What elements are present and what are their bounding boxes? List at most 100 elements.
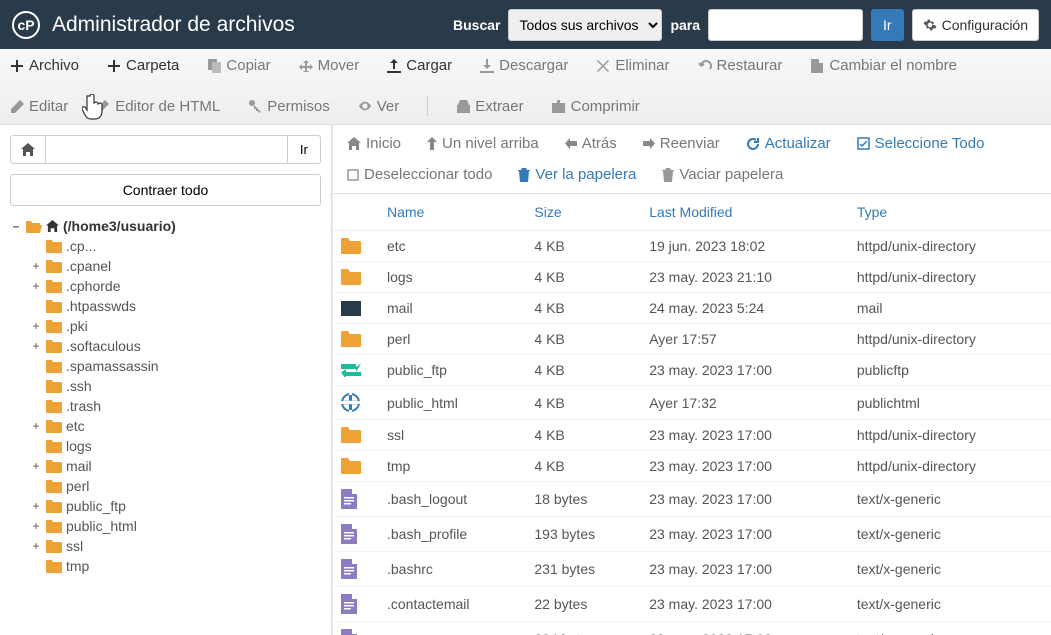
nav-back[interactable]: Atrás <box>565 135 617 152</box>
nav-up[interactable]: Un nivel arriba <box>427 135 539 152</box>
toggle-icon[interactable]: + <box>30 459 42 473</box>
tree-node[interactable]: perl <box>30 476 321 496</box>
path-input[interactable] <box>46 135 288 164</box>
upload-button[interactable]: Cargar <box>387 57 452 74</box>
search-go-button[interactable]: Ir <box>871 9 904 41</box>
tree-node[interactable]: + public_html <box>30 516 321 536</box>
table-row[interactable]: .bash_logout18 bytes23 may. 2023 17:00te… <box>333 482 1051 517</box>
tree-node-label: .trash <box>66 398 101 414</box>
nav-reload[interactable]: Actualizar <box>746 135 831 152</box>
view-button[interactable]: Ver <box>358 98 400 115</box>
tree-node[interactable]: +.cpanel <box>30 256 321 276</box>
row-icon <box>333 324 379 355</box>
upload-icon <box>387 59 401 73</box>
toggle-icon[interactable]: + <box>30 419 42 433</box>
tree-node-label: public_html <box>66 518 137 534</box>
copy-button[interactable]: Copiar <box>207 57 270 74</box>
tree-node[interactable]: tmp <box>30 556 321 576</box>
nav-view-trash[interactable]: Ver la papelera <box>518 166 636 183</box>
col-modified[interactable]: Last Modified <box>641 194 849 231</box>
download-button[interactable]: Descargar <box>480 57 568 74</box>
home-button[interactable] <box>10 135 46 164</box>
tree-node[interactable]: +.cphorde <box>30 276 321 296</box>
table-row[interactable]: .bashrc231 bytes23 may. 2023 17:00text/x… <box>333 552 1051 587</box>
nav-select-all[interactable]: Seleccione Todo <box>857 135 985 152</box>
search-input[interactable] <box>708 9 863 41</box>
tree-root[interactable]: – (/home3/usuario) <box>10 216 321 236</box>
tree-node[interactable]: +ssl <box>30 536 321 556</box>
row-icon <box>333 451 379 482</box>
tree-node[interactable]: +public_ftp <box>30 496 321 516</box>
table-row[interactable]: tmp4 KB23 may. 2023 17:00httpd/unix-dire… <box>333 451 1051 482</box>
toggle-icon[interactable]: + <box>30 319 42 333</box>
row-type: text/x-generic <box>849 587 1051 622</box>
toggle-icon[interactable]: + <box>30 519 42 533</box>
tree-node[interactable]: .htpasswds <box>30 296 321 316</box>
table-row[interactable]: .bash_profile193 bytes23 may. 2023 17:00… <box>333 517 1051 552</box>
toggle-icon[interactable]: – <box>10 219 22 233</box>
table-row[interactable]: public_html4 KBAyer 17:32publichtml <box>333 386 1051 420</box>
nav-empty-trash[interactable]: Vaciar papelera <box>662 166 783 183</box>
path-go-button[interactable]: Ir <box>288 135 321 164</box>
toggle-icon[interactable]: + <box>30 499 42 513</box>
html-editor-button[interactable]: Editor de HTML <box>96 98 220 115</box>
permissions-button[interactable]: Permisos <box>248 98 330 115</box>
table-row[interactable]: mail4 KB24 may. 2023 5:24mail <box>333 293 1051 324</box>
toggle-icon[interactable]: + <box>30 539 42 553</box>
row-icon <box>333 420 379 451</box>
table-row[interactable]: public_ftp4 KB23 may. 2023 17:00publicft… <box>333 355 1051 386</box>
table-row[interactable]: .emacs334 bytes23 may. 2023 17:00text/x-… <box>333 622 1051 635</box>
row-size: 18 bytes <box>526 482 641 517</box>
tree-node[interactable]: .trash <box>30 396 321 416</box>
tree-node[interactable]: +.softaculous <box>30 336 321 356</box>
table-row[interactable]: .contactemail22 bytes23 may. 2023 17:00t… <box>333 587 1051 622</box>
row-icon <box>333 622 379 635</box>
new-file-button[interactable]: Archivo <box>10 57 79 74</box>
restore-button[interactable]: Restaurar <box>698 57 783 74</box>
search-scope-select[interactable]: Todos sus archivos <box>508 9 662 41</box>
tree-node[interactable]: + mail <box>30 456 321 476</box>
folder-icon <box>46 560 62 573</box>
config-button[interactable]: Configuración <box>912 9 1039 41</box>
new-folder-button[interactable]: Carpeta <box>107 57 179 74</box>
trash-icon <box>662 168 674 182</box>
nav-forward[interactable]: Reenviar <box>643 135 720 152</box>
rename-button[interactable]: Cambiar el nombre <box>810 57 957 74</box>
tree-node[interactable]: .spamassassin <box>30 356 321 376</box>
table-row[interactable]: logs4 KB23 may. 2023 21:10httpd/unix-dir… <box>333 262 1051 293</box>
tree-node[interactable]: +.pki <box>30 316 321 336</box>
nav-deselect[interactable]: Deseleccionar todo <box>347 166 492 183</box>
collapse-all-button[interactable]: Contraer todo <box>10 174 321 206</box>
folder-icon <box>46 280 62 293</box>
table-wrap[interactable]: Name Size Last Modified Type etc4 KB19 j… <box>333 194 1051 635</box>
tree-node[interactable]: .ssh <box>30 376 321 396</box>
edit-button[interactable]: Editar <box>10 98 68 115</box>
toggle-icon[interactable]: + <box>30 339 42 353</box>
tree-node[interactable]: .cp... <box>30 236 321 256</box>
row-type: text/x-generic <box>849 622 1051 635</box>
compress-button[interactable]: Comprimir <box>552 98 640 115</box>
col-name[interactable]: Name <box>379 194 526 231</box>
table-row[interactable]: etc4 KB19 jun. 2023 18:02httpd/unix-dire… <box>333 231 1051 262</box>
col-type[interactable]: Type <box>849 194 1051 231</box>
tree-node-label: mail <box>66 458 92 474</box>
row-name: ssl <box>379 420 526 451</box>
nav-home[interactable]: Inicio <box>347 135 401 152</box>
table-row[interactable]: ssl4 KB23 may. 2023 17:00httpd/unix-dire… <box>333 420 1051 451</box>
row-name: .contactemail <box>379 587 526 622</box>
toggle-icon[interactable]: + <box>30 279 42 293</box>
row-size: 4 KB <box>526 324 641 355</box>
col-icon[interactable] <box>333 194 379 231</box>
extract-button[interactable]: Extraer <box>456 98 523 115</box>
row-modified: 19 jun. 2023 18:02 <box>641 231 849 262</box>
toolbar-divider <box>427 96 428 116</box>
table-row[interactable]: perl4 KBAyer 17:57httpd/unix-directory <box>333 324 1051 355</box>
folder-icon <box>46 300 62 313</box>
row-name: tmp <box>379 451 526 482</box>
toggle-icon[interactable]: + <box>30 259 42 273</box>
delete-button[interactable]: Eliminar <box>596 57 669 74</box>
tree-node[interactable]: logs <box>30 436 321 456</box>
col-size[interactable]: Size <box>526 194 641 231</box>
move-button[interactable]: Mover <box>299 57 360 74</box>
tree-node[interactable]: +etc <box>30 416 321 436</box>
